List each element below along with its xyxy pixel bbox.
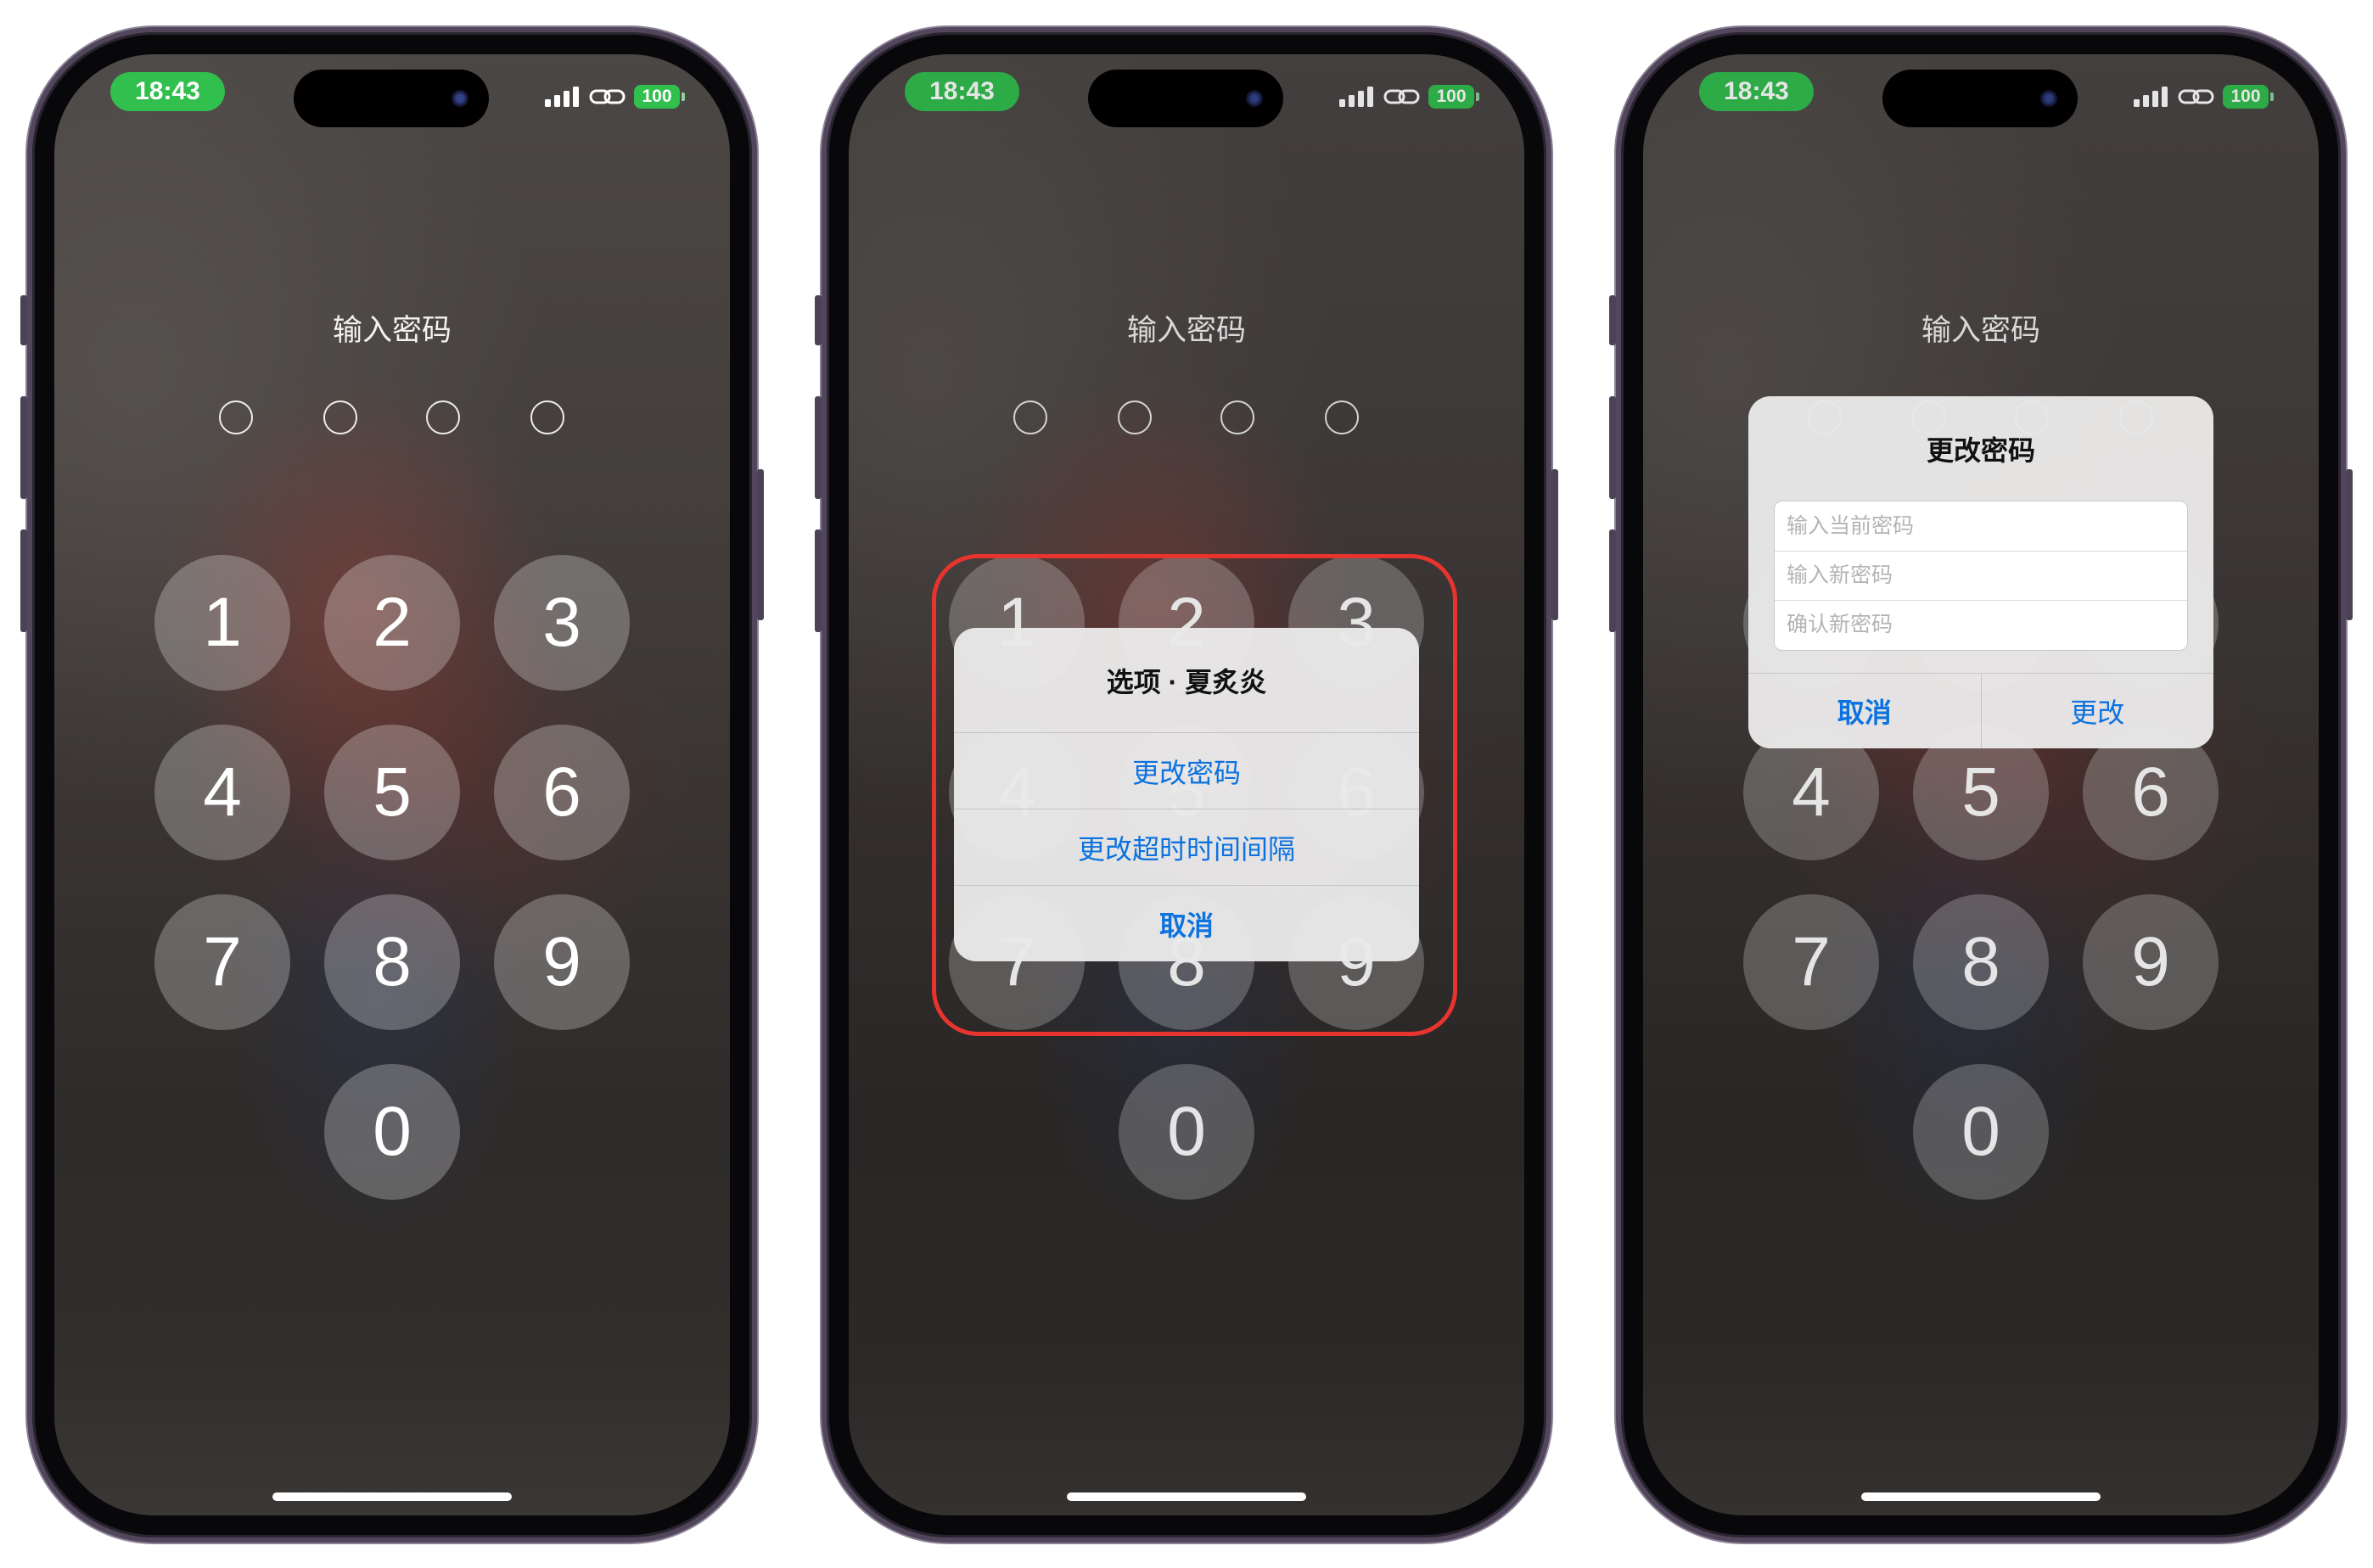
current-passcode-field[interactable] [1775,501,2187,551]
phone-frame: 18:43 100 输入密码 [815,27,1558,1543]
passcode-dot [530,400,564,434]
status-time: 18:43 [110,72,225,111]
passcode-prompt: 输入密码 [332,314,452,347]
phone-frame: 18:43 100 输入密码 [1609,27,2353,1543]
new-passcode-field[interactable] [1775,551,2187,600]
volume-down-button [20,529,27,632]
side-button [2346,469,2353,620]
front-camera [452,90,468,107]
volume-down-button [815,529,822,632]
passcode-screen: 18:43 100 输入密码 [1643,54,2319,1515]
signal-icon [545,87,579,107]
volume-up-button [1609,396,1616,499]
highlight-box [932,554,1457,1036]
volume-up-button [815,396,822,499]
key-6[interactable]: 6 [494,725,630,860]
volume-down-button [1609,529,1616,632]
action-button [815,295,822,345]
passcode-screen: 18:43 100 输入密码 [54,54,730,1515]
passcode-dot [219,400,253,434]
confirm-change-button[interactable]: 更改 [1980,674,2214,748]
key-3[interactable]: 3 [494,555,630,691]
confirm-passcode-field[interactable] [1775,600,2187,649]
modal-dim-overlay [1643,54,2319,1515]
passcode-fields [1774,501,2188,651]
link-icon [589,89,626,104]
home-indicator [1067,1492,1306,1501]
key-0[interactable]: 0 [324,1064,460,1200]
home-indicator [272,1492,512,1501]
action-button [1609,295,1616,345]
cancel-button[interactable]: 取消 [1748,674,1981,748]
key-2[interactable]: 2 [324,555,460,691]
phone-frame: 18:43 100 输入密码 [20,27,764,1543]
change-passcode-alert: 更改密码 取消 更改 [1748,396,2213,748]
battery-icon: 100 [634,85,685,109]
key-7[interactable]: 7 [154,894,290,1030]
alert-title: 更改密码 [1926,434,2035,466]
volume-up-button [20,396,27,499]
battery-level: 100 [642,87,672,106]
passcode-screen: 18:43 100 输入密码 [849,54,1524,1515]
key-5[interactable]: 5 [324,725,460,860]
key-9[interactable]: 9 [494,894,630,1030]
battery-nub [682,92,685,101]
passcode-dot [426,400,460,434]
key-1[interactable]: 1 [154,555,290,691]
home-indicator [1861,1492,2101,1501]
alert-buttons: 取消 更改 [1748,673,2213,748]
key-8[interactable]: 8 [324,894,460,1030]
dynamic-island [294,70,489,127]
side-button [757,469,764,620]
passcode-dot [323,400,357,434]
status-icons: 100 [545,85,686,109]
action-button [20,295,27,345]
side-button [1551,469,1558,620]
key-4[interactable]: 4 [154,725,290,860]
